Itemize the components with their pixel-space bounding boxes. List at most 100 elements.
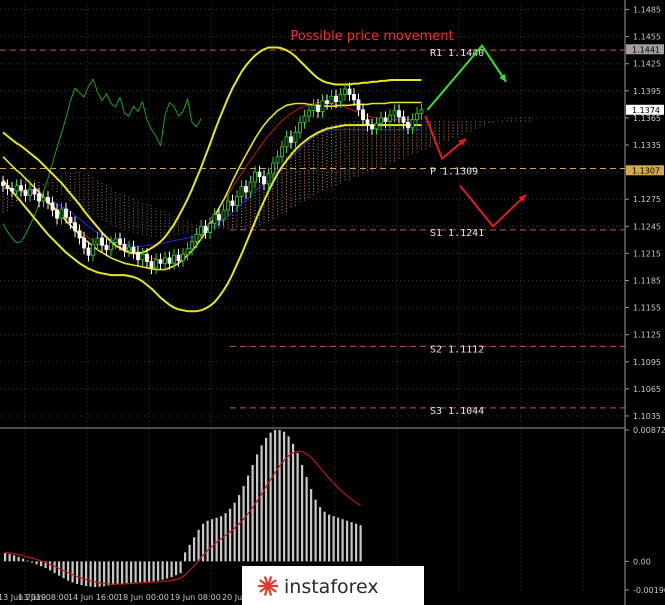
ytick-label: 1.1155: [633, 304, 661, 313]
candle-body: [167, 257, 172, 264]
candle-body: [410, 119, 415, 129]
candle-body: [374, 122, 379, 130]
candle-body: [158, 259, 163, 264]
macd-bar: [49, 561, 52, 571]
macd-bar: [31, 561, 34, 563]
candle-body: [401, 116, 406, 123]
price-badge-label: 1.1307: [632, 166, 660, 175]
macd-bar: [80, 561, 83, 586]
macd-bar: [143, 561, 146, 582]
candle-body: [406, 122, 410, 129]
macd-bar: [161, 561, 164, 580]
candle-body: [388, 114, 392, 122]
ytick-label: 1.1455: [633, 33, 661, 42]
macd-bar: [157, 561, 160, 581]
ytick-label: 1.1215: [633, 249, 661, 258]
macd-ytick-label: 0.00872: [633, 426, 665, 435]
candle-body: [77, 230, 82, 239]
candle-body: [343, 88, 347, 95]
candle-body: [266, 173, 271, 185]
ytick-label: 1.1125: [633, 331, 661, 340]
macd-bar: [125, 561, 128, 584]
macd-bar: [85, 561, 88, 587]
candle-body: [280, 146, 284, 158]
ytick-label: 1.1425: [633, 60, 661, 69]
ytick-label: 1.1185: [633, 276, 661, 285]
candle-body: [397, 110, 401, 118]
macd-bar: [314, 499, 317, 562]
candle-body: [298, 122, 302, 133]
macd-bar: [197, 529, 200, 562]
ytick-label: 1.1395: [633, 87, 661, 96]
macd-bar: [148, 561, 151, 582]
macd-bar: [67, 561, 70, 581]
candle-body: [289, 136, 293, 143]
macd-bar: [152, 561, 155, 582]
macd-bar: [346, 520, 349, 562]
macd-bar: [265, 437, 268, 562]
macd-bar: [4, 553, 7, 562]
candle-body: [109, 242, 113, 251]
macd-bar: [17, 556, 20, 562]
macd-bar: [283, 431, 286, 562]
macd-bar: [332, 516, 335, 562]
candle-body: [217, 214, 221, 221]
candle-body: [419, 109, 424, 114]
macd-bar: [116, 561, 119, 585]
macd-bar: [247, 475, 250, 562]
ytick-label: 1.1065: [633, 385, 661, 394]
candle-body: [73, 222, 77, 232]
macd-bar: [89, 561, 92, 587]
macd-bar: [188, 544, 191, 562]
candle-body: [203, 225, 208, 234]
macd-bar: [215, 517, 218, 562]
ytick-label: 1.1485: [633, 6, 661, 15]
macd-bar: [175, 561, 178, 576]
candle-body: [311, 104, 316, 112]
price-chart: R1 1.1440P 1.1309S1 1.1241S2 1.1112S3 1.…: [0, 0, 665, 605]
macd-bar: [22, 558, 25, 562]
macd-bar: [341, 519, 344, 562]
candle-body: [361, 109, 365, 121]
macd-bar: [26, 560, 29, 562]
candle-body: [28, 188, 32, 196]
candle-body: [113, 238, 118, 243]
candle-body: [347, 88, 352, 95]
candle-body: [244, 186, 248, 193]
candle-body: [91, 243, 95, 256]
xtick-label: 19 Jun 08:00: [170, 593, 221, 602]
candle-body: [86, 247, 91, 256]
macd-bar: [269, 432, 272, 562]
macd-bar: [296, 452, 299, 562]
candle-body: [190, 241, 194, 250]
xtick-label: 18 Jun 00:00: [118, 593, 169, 602]
candle-body: [145, 253, 149, 262]
pivot-label-s3: S3 1.1044: [430, 406, 484, 417]
candle-body: [199, 225, 203, 235]
candle-body: [253, 171, 257, 183]
candle-body: [284, 136, 289, 148]
xtick-label: 13 Jun 08:00: [18, 593, 69, 602]
candle-body: [46, 196, 50, 204]
candle-body: [356, 99, 361, 111]
macd-bar: [350, 522, 353, 562]
candle-body: [55, 209, 59, 219]
candle-body: [235, 196, 239, 206]
candle-body: [131, 246, 136, 253]
candle-body: [41, 196, 46, 202]
ytick-label: 1.1095: [633, 358, 661, 367]
candle-body: [136, 252, 140, 261]
macd-bar: [184, 552, 187, 562]
candle-body: [325, 100, 329, 104]
candle-body: [307, 110, 311, 117]
macd-bar: [166, 561, 169, 579]
macd-bar: [337, 517, 340, 562]
candle-body: [248, 181, 253, 193]
candle-body: [221, 209, 226, 221]
candle-body: [172, 254, 176, 264]
candle-body: [19, 185, 23, 191]
macd-bar: [193, 537, 196, 562]
macd-bar: [71, 561, 74, 583]
macd-bar: [76, 561, 79, 584]
candle-body: [23, 189, 28, 196]
